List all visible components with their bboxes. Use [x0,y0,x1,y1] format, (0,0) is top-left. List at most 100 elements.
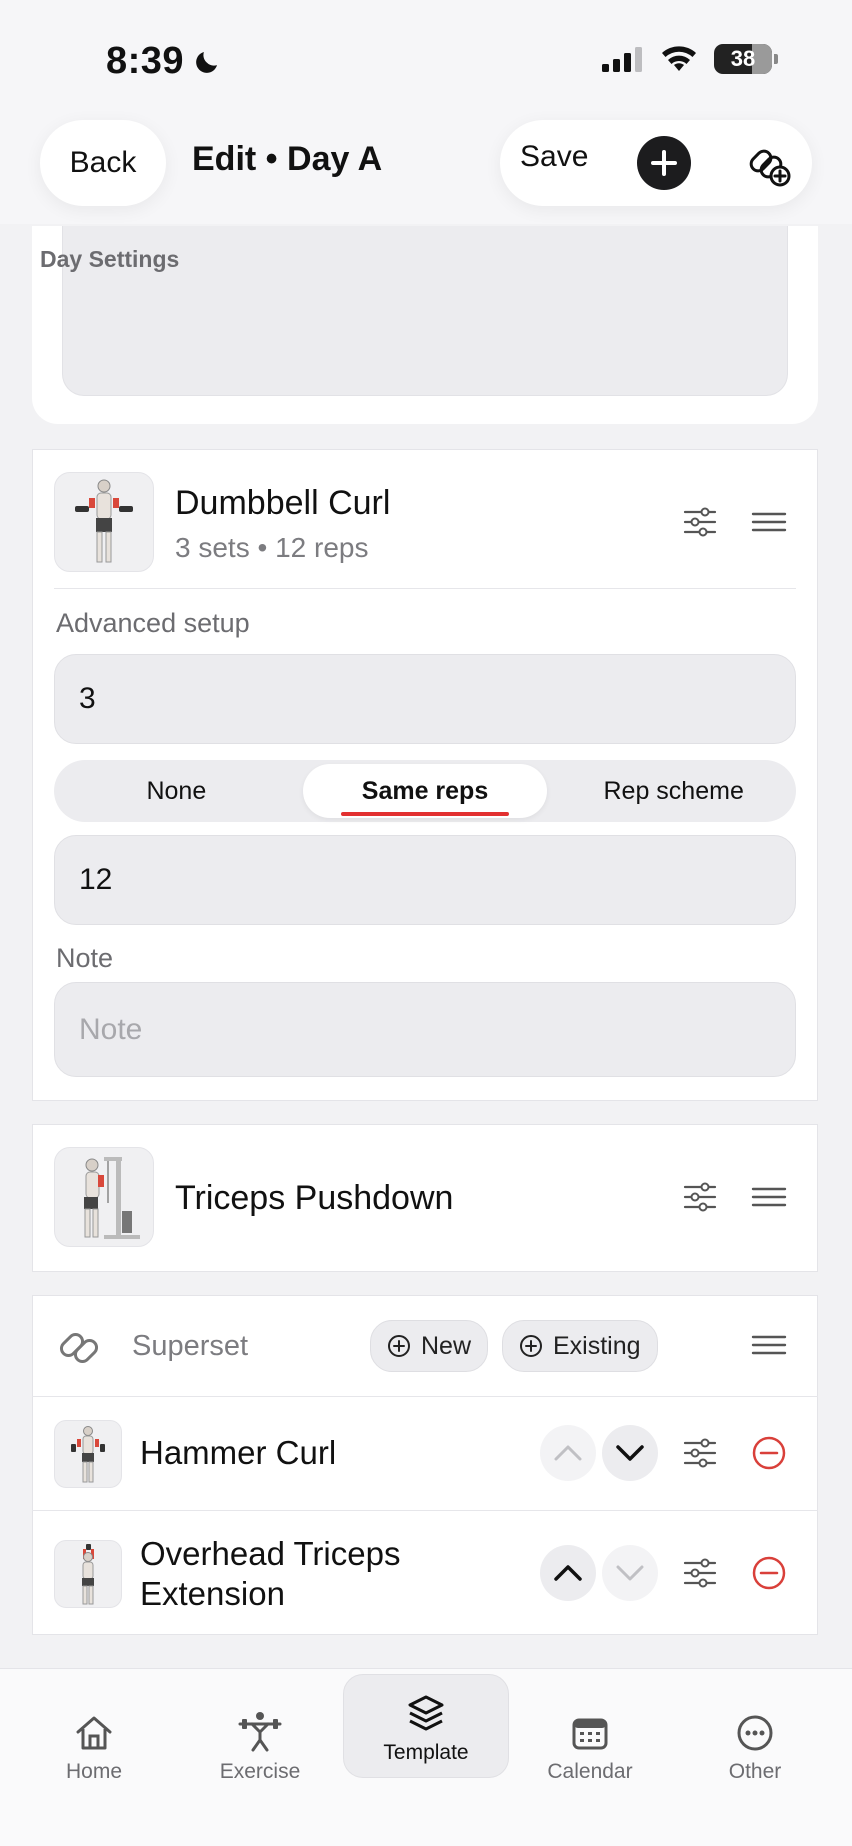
battery-icon: 38 [714,44,778,74]
home-icon [76,1716,112,1750]
exercise-name[interactable]: Triceps Pushdown [175,1179,453,1218]
rep-mode-rep-scheme[interactable]: Rep scheme [551,764,796,818]
move-up-button[interactable] [540,1425,596,1481]
plus-circle-icon [388,1335,410,1357]
tab-template-label: Template [383,1741,469,1764]
status-time-text: 8:39 [106,40,185,82]
dumbbell-curl-figure-icon [75,479,133,563]
weightlifter-icon [238,1712,282,1752]
superset-item-name-line2: Extension [140,1575,285,1612]
tab-calendar[interactable]: Calendar [520,1692,660,1784]
rep-mode-segmented-control: None Same reps Rep scheme [54,760,796,822]
drag-handle-icon [751,1335,787,1355]
superset-existing-button[interactable]: Existing [502,1320,658,1372]
divider [32,1396,818,1397]
sliders-icon [683,1438,717,1468]
exercise-name[interactable]: Dumbbell Curl [175,484,390,523]
minus-circle-icon [752,1436,786,1470]
exercise-thumbnail [54,472,154,572]
triceps-pushdown-figure-icon [84,1157,140,1239]
tab-calendar-label: Calendar [547,1760,633,1783]
more-circle-icon [737,1715,773,1751]
plus-icon [651,150,677,176]
remove-from-superset-button[interactable] [747,1551,791,1595]
note-label: Note [56,943,114,973]
link-add-icon [749,149,791,187]
page-title: Edit • Day A [192,140,383,178]
add-superset-button[interactable] [742,138,794,190]
note-placeholder: Note [79,1012,143,1046]
tab-exercise-label: Exercise [219,1760,301,1783]
status-time: 8:39 [106,40,222,83]
drag-handle-icon [751,512,787,532]
calendar-icon [572,1718,608,1750]
drag-handle[interactable] [747,500,791,544]
chevron-down-icon [616,1445,644,1461]
add-exercise-button[interactable] [637,136,691,190]
rep-mode-same-reps-label: Same reps [361,776,489,805]
rep-mode-none-label: None [146,776,207,805]
superset-item-name-line1: Overhead Triceps [140,1535,401,1572]
overhead-triceps-figure-icon [82,1544,94,1605]
move-up-button[interactable] [540,1545,596,1601]
rep-mode-none[interactable]: None [54,764,299,818]
exercise-settings-button[interactable] [678,1551,722,1595]
exercise-thumbnail [54,1540,122,1608]
move-down-button[interactable] [602,1425,658,1481]
cellular-signal-icon [602,47,642,72]
rep-mode-rep-scheme-label: Rep scheme [603,776,744,805]
back-label: Back [69,146,137,179]
reps-value: 12 [79,863,113,896]
divider [54,588,796,589]
tab-home[interactable]: Home [24,1692,164,1784]
sliders-icon [683,1182,717,1212]
save-button[interactable]: Save [520,140,588,174]
drag-handle-icon [751,1187,787,1207]
hammer-curl-figure-icon [71,1426,105,1483]
rep-mode-same-reps[interactable]: Same reps [302,764,548,818]
drag-handle[interactable] [747,1175,791,1219]
moon-icon [196,51,218,73]
tab-exercise[interactable]: Exercise [190,1692,330,1784]
chevron-up-icon [554,1445,582,1461]
link-icon [56,1322,104,1370]
reps-input[interactable]: 12 [54,835,796,925]
sets-value: 3 [79,682,96,715]
superset-item-name[interactable]: Hammer Curl [140,1434,336,1472]
sets-input[interactable]: 3 [54,654,796,744]
chevron-up-icon [554,1565,582,1581]
layers-icon [408,1695,444,1731]
day-settings-label: Day Settings [40,246,180,272]
minus-circle-icon [752,1556,786,1590]
plus-circle-icon [520,1335,542,1357]
exercise-settings-button[interactable] [678,1175,722,1219]
divider [32,1510,818,1511]
sliders-icon [683,507,717,537]
note-input[interactable]: Note [54,982,796,1077]
status-icons: 38 [602,44,778,74]
superset-new-label: New [421,1331,472,1360]
tab-home-label: Home [65,1760,123,1783]
back-button[interactable]: Back [40,120,166,206]
superset-label: Superset [132,1330,249,1362]
exercise-thumbnail [54,1147,154,1247]
move-down-button[interactable] [602,1545,658,1601]
superset-drag-handle[interactable] [747,1323,791,1367]
exercise-settings-button[interactable] [678,1431,722,1475]
superset-new-button[interactable]: New [370,1320,489,1372]
chevron-down-icon [616,1565,644,1581]
tab-other[interactable]: Other [685,1692,825,1784]
superset-item-name[interactable]: Overhead Triceps Extension [140,1534,400,1614]
active-underline [340,812,510,816]
tab-other-label: Other [728,1760,782,1783]
exercise-summary: 3 sets • 12 reps [175,532,369,563]
superset-existing-label: Existing [553,1331,641,1360]
tab-template[interactable]: Template [343,1674,509,1778]
battery-level: 38 [730,46,756,71]
wifi-icon [662,46,696,71]
exercise-thumbnail [54,1420,122,1488]
exercise-settings-button[interactable] [678,500,722,544]
remove-from-superset-button[interactable] [747,1431,791,1475]
sliders-icon [683,1558,717,1588]
advanced-setup-label: Advanced setup [56,608,250,638]
